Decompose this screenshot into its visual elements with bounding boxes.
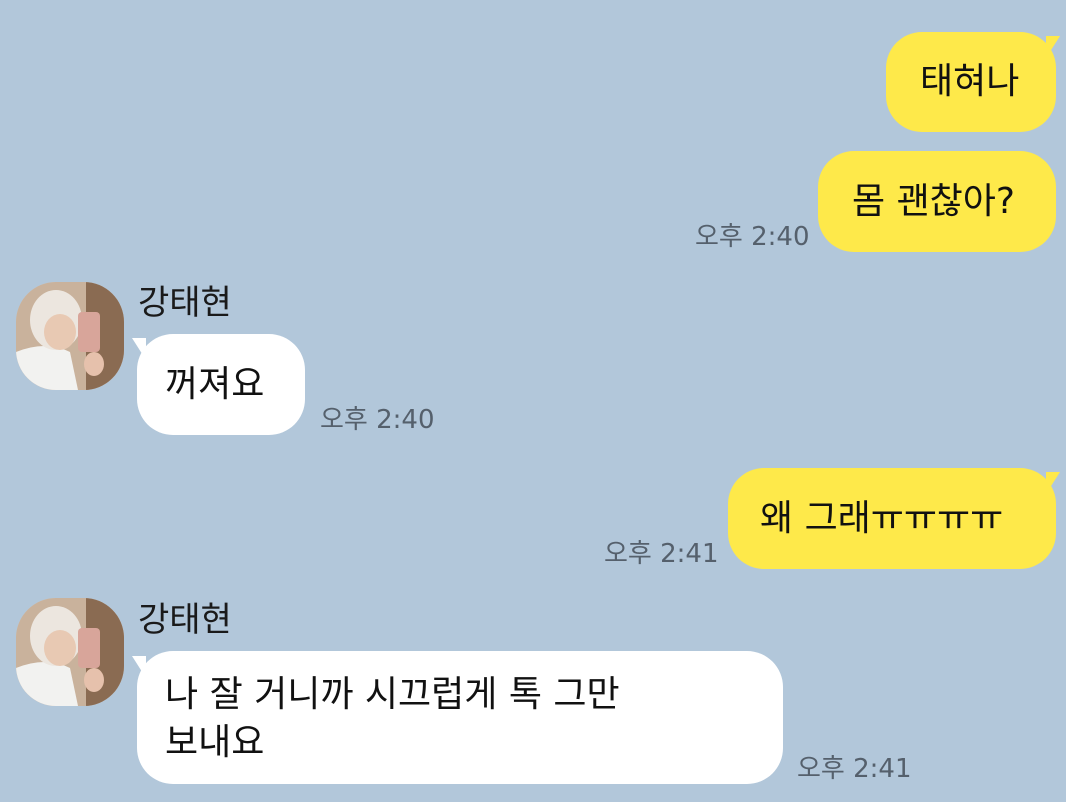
my-message-bubble[interactable]: 왜 그래ㅠㅠㅠㅠ (728, 468, 1056, 569)
my-message-bubble[interactable]: 태혀나 (886, 32, 1056, 132)
avatar[interactable] (16, 282, 124, 390)
their-message-bubble[interactable]: 나 잘 거니까 시끄럽게 톡 그만 보내요 (137, 651, 783, 784)
avatar[interactable] (16, 598, 124, 706)
my-message-bubble[interactable]: 몸 괜찮아? (818, 151, 1056, 252)
their-message-bubble[interactable]: 꺼져요 (137, 334, 305, 435)
message-text: 몸 괜찮아? (852, 181, 1016, 222)
message-text-line: 보내요 (165, 722, 265, 763)
sender-name: 강태현 (138, 600, 232, 640)
message-text: 태혀나 (920, 61, 1020, 102)
chat-area[interactable]: 태혀나 몸 괜찮아? 오후 2:40 강태현 꺼져요 오후 2:40 왜 그래ㅠ… (0, 0, 1066, 802)
profile-photo-icon (16, 282, 124, 390)
message-timestamp: 오후 2:41 (797, 754, 912, 784)
message-timestamp: 오후 2:40 (695, 222, 810, 252)
bubble-tail (1046, 36, 1060, 58)
sender-name: 강태현 (138, 283, 232, 323)
message-timestamp: 오후 2:41 (604, 539, 719, 569)
message-timestamp: 오후 2:40 (320, 405, 435, 435)
bubble-tail (1046, 472, 1060, 494)
profile-photo-icon (16, 598, 124, 706)
message-text-line: 나 잘 거니까 시끄럽게 톡 그만 (165, 674, 620, 715)
message-text: 왜 그래ㅠㅠㅠㅠ (760, 498, 1004, 539)
message-text: 꺼져요 (165, 364, 265, 405)
